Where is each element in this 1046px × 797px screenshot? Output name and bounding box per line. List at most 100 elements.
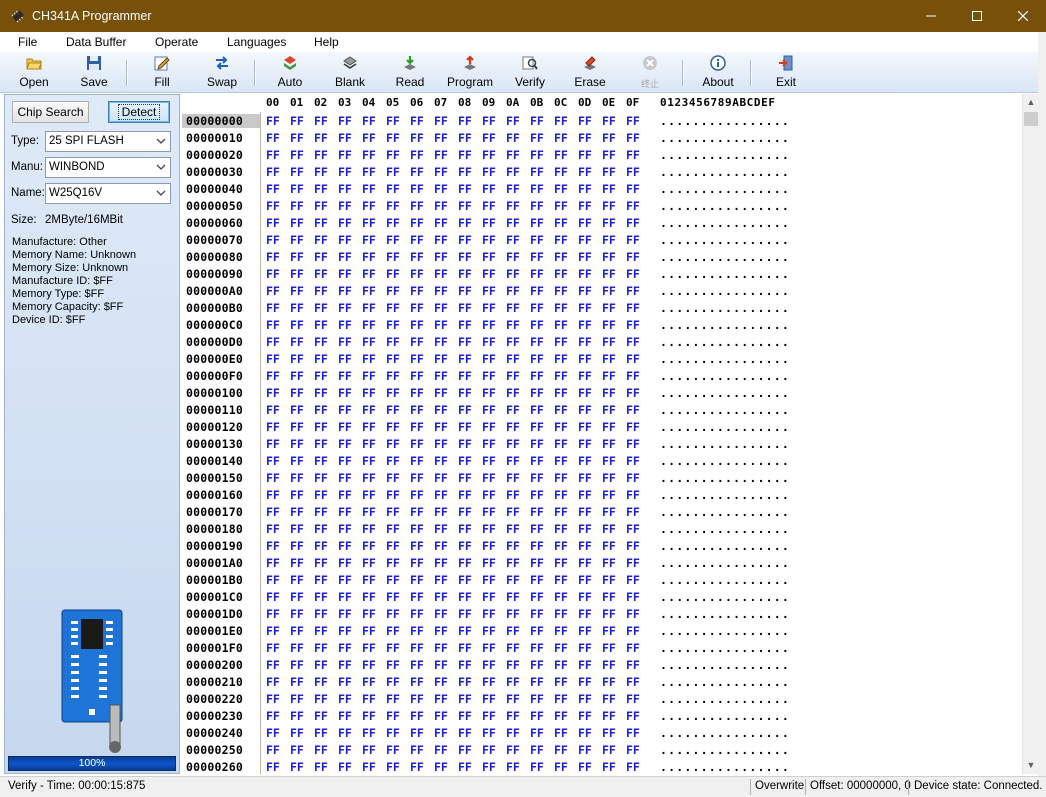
menu-help[interactable]: Help [314,35,339,49]
hex-byte[interactable]: FF [290,267,314,281]
hex-byte[interactable]: FF [362,267,386,281]
hex-byte[interactable]: FF [578,335,602,349]
hex-byte[interactable]: FF [362,760,386,774]
hex-byte[interactable]: FF [266,114,290,128]
hex-byte[interactable]: FF [626,488,650,502]
hex-byte[interactable]: FF [362,624,386,638]
hex-byte[interactable]: FF [266,216,290,230]
hex-byte[interactable]: FF [602,522,626,536]
hex-byte[interactable]: FF [338,488,362,502]
hex-byte[interactable]: FF [266,420,290,434]
hex-byte[interactable]: FF [362,148,386,162]
row-bytes[interactable]: FF FF FF FF FF FF FF FF FF FF FF FF FF FF FF FF [266,318,650,332]
row-bytes[interactable]: FF FF FF FF FF FF FF FF FF FF FF FF FF FF FF FF [266,709,650,723]
hex-byte[interactable]: FF [386,165,410,179]
row-bytes[interactable]: FF FF FF FF FF FF FF FF FF FF FF FF FF FF FF FF [266,403,650,417]
hex-byte[interactable]: FF [602,573,626,587]
row-ascii[interactable]: ................ [660,114,790,128]
hex-byte[interactable]: FF [410,709,434,723]
row-bytes[interactable]: FF FF FF FF FF FF FF FF FF FF FF FF FF FF FF FF [266,641,650,655]
hex-row[interactable]: 00000240 FF FF FF FF FF FF FF FF FF FF FF FF FF FF FF FF… [182,725,1022,742]
hex-byte[interactable]: FF [506,437,530,451]
hex-byte[interactable]: FF [386,318,410,332]
open-button[interactable]: Open [6,52,62,92]
hex-byte[interactable]: FF [482,131,506,145]
hex-byte[interactable]: FF [386,148,410,162]
hex-byte[interactable]: FF [554,420,578,434]
hex-byte[interactable]: FF [338,692,362,706]
hex-row[interactable]: 00000080 FF FF FF FF FF FF FF FF FF FF FF FF FF FF FF FF… [182,249,1022,266]
hex-byte[interactable]: FF [554,590,578,604]
hex-byte[interactable]: FF [530,743,554,757]
hex-byte[interactable]: FF [434,386,458,400]
hex-byte[interactable]: FF [434,454,458,468]
hex-byte[interactable]: FF [290,216,314,230]
hex-byte[interactable]: FF [602,454,626,468]
hex-byte[interactable]: FF [626,182,650,196]
hex-row[interactable]: 00000130 FF FF FF FF FF FF FF FF FF FF FF FF FF FF FF FF… [182,436,1022,453]
hex-byte[interactable]: FF [386,675,410,689]
hex-byte[interactable]: FF [602,743,626,757]
hex-byte[interactable]: FF [410,182,434,196]
hex-byte[interactable]: FF [530,301,554,315]
row-bytes[interactable]: FF FF FF FF FF FF FF FF FF FF FF FF FF FF FF FF [266,386,650,400]
hex-byte[interactable]: FF [554,301,578,315]
hex-byte[interactable]: FF [458,624,482,638]
hex-byte[interactable]: FF [290,743,314,757]
hex-byte[interactable]: FF [578,386,602,400]
row-bytes[interactable]: FF FF FF FF FF FF FF FF FF FF FF FF FF FF FF FF [266,556,650,570]
row-ascii[interactable]: ................ [660,488,790,502]
hex-byte[interactable]: FF [554,182,578,196]
hex-byte[interactable]: FF [482,573,506,587]
hex-byte[interactable]: FF [554,284,578,298]
hex-byte[interactable]: FF [458,709,482,723]
hex-byte[interactable]: FF [458,114,482,128]
hex-byte[interactable]: FF [506,233,530,247]
hex-byte[interactable]: FF [578,250,602,264]
row-bytes[interactable]: FF FF FF FF FF FF FF FF FF FF FF FF FF FF FF FF [266,250,650,264]
hex-byte[interactable]: FF [554,148,578,162]
hex-byte[interactable]: FF [578,284,602,298]
hex-byte[interactable]: FF [578,658,602,672]
hex-byte[interactable]: FF [578,505,602,519]
hex-byte[interactable]: FF [434,692,458,706]
hex-byte[interactable]: FF [482,454,506,468]
hex-byte[interactable]: FF [314,216,338,230]
row-ascii[interactable]: ................ [660,709,790,723]
hex-byte[interactable]: FF [458,318,482,332]
scroll-thumb[interactable] [1024,112,1038,126]
hex-byte[interactable]: FF [266,454,290,468]
hex-byte[interactable]: FF [602,182,626,196]
hex-row[interactable]: 00000160 FF FF FF FF FF FF FF FF FF FF FF FF FF FF FF FF… [182,487,1022,504]
hex-byte[interactable]: FF [386,505,410,519]
hex-byte[interactable]: FF [266,692,290,706]
hex-byte[interactable]: FF [314,675,338,689]
hex-byte[interactable]: FF [434,709,458,723]
row-ascii[interactable]: ................ [660,267,790,281]
hex-byte[interactable]: FF [554,250,578,264]
hex-row[interactable]: 000000C0 FF FF FF FF FF FF FF FF FF FF FF FF FF FF FF FF… [182,317,1022,334]
chip-search-button[interactable]: Chip Search [12,101,89,123]
hex-byte[interactable]: FF [362,726,386,740]
hex-byte[interactable]: FF [338,658,362,672]
hex-byte[interactable]: FF [434,318,458,332]
hex-byte[interactable]: FF [602,607,626,621]
hex-byte[interactable]: FF [506,318,530,332]
hex-byte[interactable]: FF [482,726,506,740]
hex-byte[interactable]: FF [410,369,434,383]
hex-byte[interactable]: FF [434,505,458,519]
hex-byte[interactable]: FF [482,165,506,179]
hex-byte[interactable]: FF [554,199,578,213]
hex-byte[interactable]: FF [362,692,386,706]
hex-byte[interactable]: FF [458,522,482,536]
hex-byte[interactable]: FF [506,522,530,536]
hex-byte[interactable]: FF [602,301,626,315]
hex-byte[interactable]: FF [314,607,338,621]
hex-byte[interactable]: FF [530,573,554,587]
hex-byte[interactable]: FF [362,216,386,230]
hex-byte[interactable]: FF [410,590,434,604]
hex-byte[interactable]: FF [386,624,410,638]
hex-byte[interactable]: FF [458,743,482,757]
row-bytes[interactable]: FF FF FF FF FF FF FF FF FF FF FF FF FF FF FF FF [266,692,650,706]
hex-byte[interactable]: FF [626,624,650,638]
